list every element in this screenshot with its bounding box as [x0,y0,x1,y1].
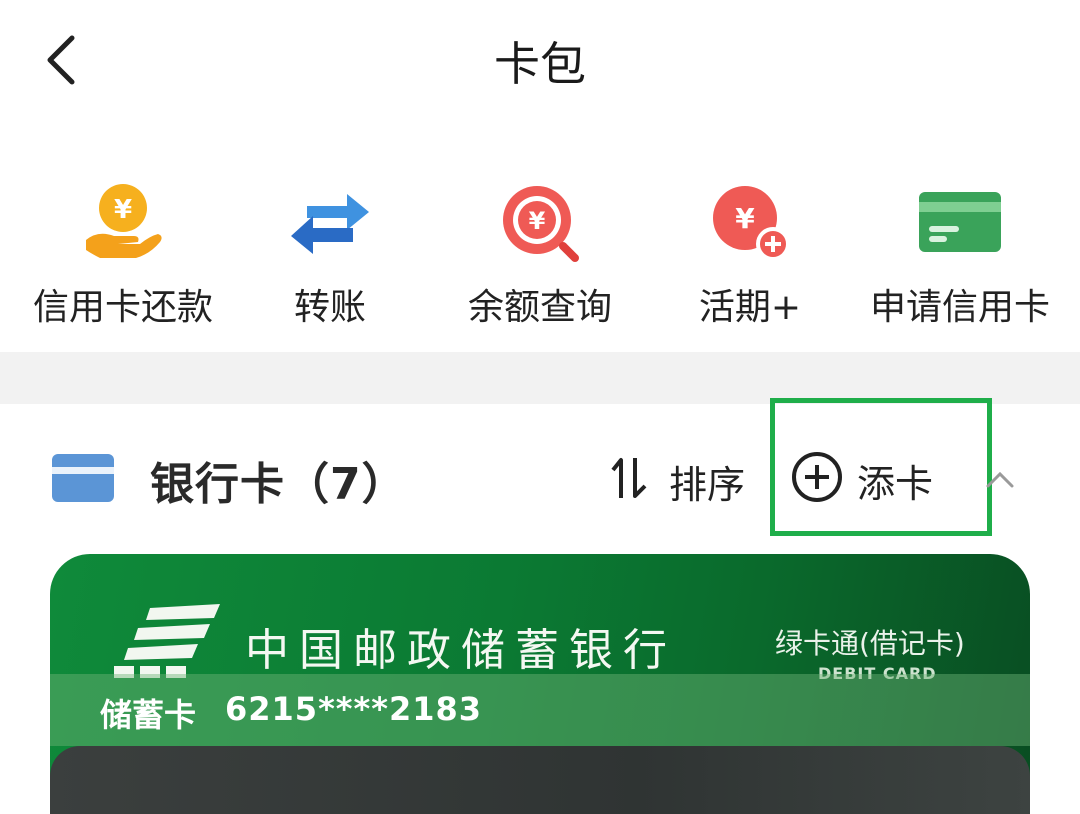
sort-arrows-icon [611,458,647,498]
action-label: 申请信用卡 [869,287,1050,328]
action-label: 信用卡还款 [32,287,213,328]
action-label: 余额查询 [467,287,612,328]
postal-bank-logo-icon [114,604,220,678]
collapse-button[interactable] [982,462,1018,498]
top-bar: 卡包 [0,0,1080,120]
credit-card-icon [919,192,1001,252]
action-label: 转账 [293,287,366,328]
sort-label: 排序 [669,463,746,507]
add-card-button[interactable]: 添卡 [770,398,992,536]
section-title: 银行卡（7） [150,459,407,510]
hand-yuan-coin-icon: ¥ [86,184,162,258]
svg-text:¥: ¥ [529,207,546,235]
bank-card[interactable]: 中国邮政储蓄银行 绿卡通(借记卡) DEBIT CARD 储蓄卡 6215***… [50,554,1030,814]
action-balance-query[interactable]: ¥ 余额查询 [455,170,625,330]
bank-name: 中国邮政储蓄银行 [245,625,677,676]
quick-actions: ¥ 信用卡还款 转账 ¥ 余额查询 ¥ 活期+ 申请信用卡 [0,170,1080,340]
action-demand-plus[interactable]: ¥ 活期+ [680,170,820,330]
bank-card-section: 银行卡（7） 排序 添卡 中国邮政储蓄银行 绿卡通(借记卡) DEBIT CAR… [0,398,1080,814]
action-transfer[interactable]: 转账 [255,170,405,330]
transfer-arrows-icon [291,194,369,254]
next-card-preview[interactable] [50,746,1030,814]
page-title: 卡包 [494,37,586,91]
action-credit-repay[interactable]: ¥ 信用卡还款 [18,170,228,330]
yuan-search-icon: ¥ [503,186,579,262]
svg-text:¥: ¥ [735,202,755,235]
bank-card-icon [52,454,114,502]
card-number: 6215****2183 [225,690,483,728]
card-type: 储蓄卡 [100,696,197,734]
yuan-plus-icon: ¥ [713,186,790,261]
section-divider [0,352,1080,404]
chevron-up-icon [986,471,1014,488]
action-apply-credit-card[interactable]: 申请信用卡 [860,170,1060,330]
svg-text:¥: ¥ [114,195,132,225]
plus-circle-icon [792,452,842,502]
card-product: 绿卡通(借记卡) [775,627,965,660]
add-card-label: 添卡 [857,462,934,506]
action-label: 活期+ [698,287,802,328]
card-info-strip: 储蓄卡 6215****2183 [50,674,1030,746]
